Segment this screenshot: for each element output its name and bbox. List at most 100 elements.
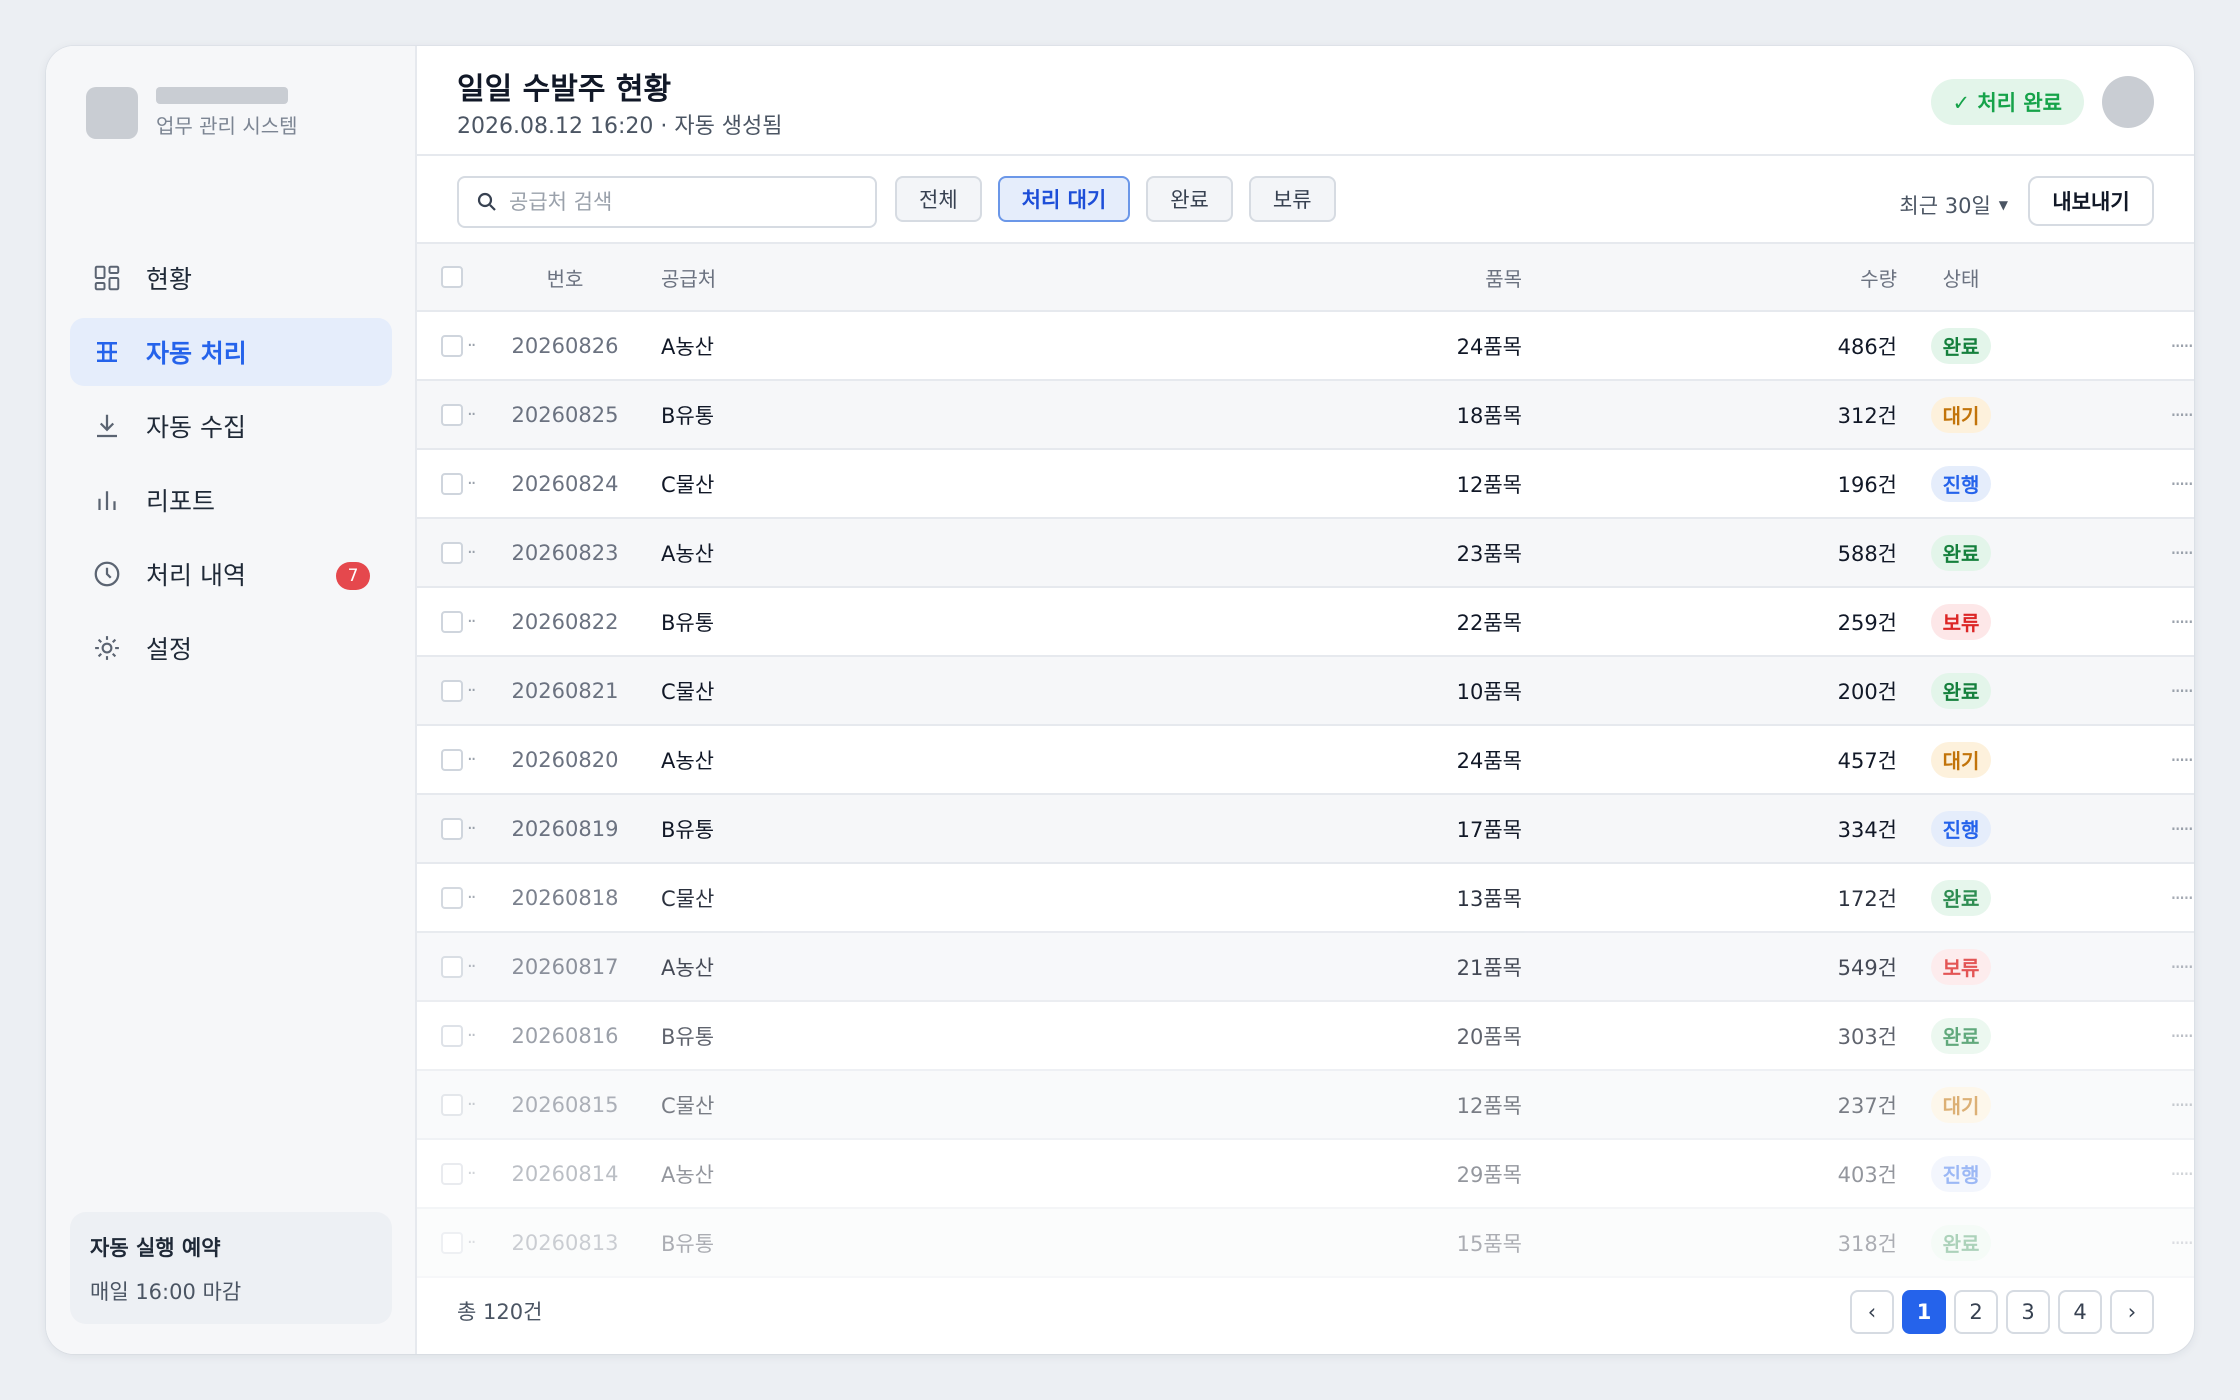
search-box[interactable] — [457, 176, 877, 228]
table-row[interactable]: ·· 20260816 B유통 20품목 303건 완료 ····· — [417, 1002, 2194, 1071]
row-checkbox[interactable] — [441, 541, 463, 564]
item-count: 12품목 — [1456, 1093, 1522, 1118]
row-more-icon[interactable]: ····· — [2156, 588, 2192, 655]
quantity: 196건 — [1837, 472, 1897, 497]
date-range-select[interactable]: 최근 30일 ▼ — [1899, 190, 2008, 220]
table-row[interactable]: ·· 20260818 C물산 13품목 172건 완료 ····· — [417, 864, 2194, 933]
row-checkbox[interactable] — [441, 955, 463, 978]
search-input[interactable] — [509, 190, 869, 214]
row-checkbox[interactable] — [441, 886, 463, 909]
row-more-icon[interactable]: ····· — [2156, 1002, 2192, 1069]
row-checkbox[interactable] — [441, 817, 463, 840]
row-drag-handle-icon[interactable]: ·· — [467, 864, 483, 931]
row-drag-handle-icon[interactable]: ·· — [467, 933, 483, 1000]
row-drag-handle-icon[interactable]: ·· — [467, 795, 483, 862]
row-drag-handle-icon[interactable]: ·· — [467, 1071, 483, 1138]
quantity: 237건 — [1837, 1093, 1897, 1118]
row-more-icon[interactable]: ····· — [2156, 1209, 2192, 1276]
sidebar-item-auto-process[interactable]: 자동 처리 — [70, 318, 392, 386]
row-drag-handle-icon[interactable]: ·· — [467, 1140, 483, 1207]
row-more-icon[interactable]: ····· — [2156, 864, 2192, 931]
select-all-checkbox[interactable] — [441, 266, 463, 288]
table-row[interactable]: ·· 20260826 A농산 24품목 486건 완료 ····· — [417, 312, 2194, 381]
row-drag-handle-icon[interactable]: ·· — [467, 450, 483, 517]
row-checkbox[interactable] — [441, 1162, 463, 1185]
status-cell: 보류 — [1906, 933, 2016, 1000]
table-row[interactable]: ·· 20260820 A농산 24품목 457건 대기 ····· — [417, 726, 2194, 795]
table-row[interactable]: ·· 20260825 B유통 18품목 312건 대기 ····· — [417, 381, 2194, 450]
prev-page-button[interactable]: ‹ — [1850, 1290, 1894, 1334]
row-checkbox[interactable] — [441, 1024, 463, 1047]
row-checkbox[interactable] — [441, 1231, 463, 1254]
filter-hold[interactable]: 보류 — [1248, 176, 1336, 222]
status-cell: 완료 — [1906, 657, 2016, 724]
page-button-2[interactable]: 2 — [1954, 1290, 1998, 1334]
table-row[interactable]: ·· 20260817 A농산 21품목 549건 보류 ····· — [417, 933, 2194, 1002]
row-drag-handle-icon[interactable]: ·· — [467, 519, 483, 586]
page-button-1[interactable]: 1 — [1902, 1290, 1946, 1334]
sidebar-item-auto-collect[interactable]: 자동 수집 — [70, 392, 392, 460]
row-more-icon[interactable]: ····· — [2156, 450, 2192, 517]
filter-all[interactable]: 전체 — [895, 176, 982, 222]
sidebar-item-dashboard[interactable]: 현황 — [70, 244, 392, 312]
row-checkbox[interactable] — [441, 334, 463, 357]
quantity: 588건 — [1837, 541, 1897, 566]
column-header-supplier[interactable]: 공급처 — [661, 244, 861, 310]
row-more-icon[interactable]: ····· — [2156, 312, 2192, 379]
row-checkbox[interactable] — [441, 403, 463, 426]
item-count: 23품목 — [1456, 541, 1522, 566]
table-row[interactable]: ·· 20260813 B유통 15품목 318건 완료 ····· — [417, 1209, 2194, 1278]
table-row[interactable]: ·· 20260819 B유통 17품목 334건 진행 ····· — [417, 795, 2194, 864]
table-row[interactable]: ·· 20260824 C물산 12품목 196건 진행 ····· — [417, 450, 2194, 519]
status-cell: 보류 — [1906, 588, 2016, 655]
row-checkbox[interactable] — [441, 472, 463, 495]
row-drag-handle-icon[interactable]: ·· — [467, 1209, 483, 1276]
supplier-name: C물산 — [661, 886, 715, 911]
status-badge: 완료 — [1930, 1017, 1992, 1054]
row-more-icon[interactable]: ····· — [2156, 519, 2192, 586]
row-more-icon[interactable]: ····· — [2156, 933, 2192, 1000]
sidebar-item-settings[interactable]: 설정 — [70, 614, 392, 682]
row-checkbox[interactable] — [441, 748, 463, 771]
sidebar-item-history[interactable]: 처리 내역 7 — [70, 540, 392, 608]
table-row[interactable]: ·· 20260821 C물산 10품목 200건 완료 ····· — [417, 657, 2194, 726]
table-row[interactable]: ·· 20260814 A농산 29품목 403건 진행 ····· — [417, 1140, 2194, 1209]
quantity: 318건 — [1837, 1231, 1897, 1256]
column-header-items[interactable]: 품목 — [1317, 244, 1522, 310]
row-checkbox[interactable] — [441, 679, 463, 702]
sidebar-item-report[interactable]: 리포트 — [70, 466, 392, 534]
row-drag-handle-icon[interactable]: ·· — [467, 657, 483, 724]
next-page-button[interactable]: › — [2110, 1290, 2154, 1334]
row-more-icon[interactable]: ····· — [2156, 1071, 2192, 1138]
column-header-qty[interactable]: 수량 — [1717, 244, 1897, 310]
filter-pending[interactable]: 처리 대기 — [997, 176, 1131, 222]
row-more-icon[interactable]: ····· — [2156, 795, 2192, 862]
row-drag-handle-icon[interactable]: ·· — [467, 588, 483, 655]
row-check-cell — [441, 933, 467, 1000]
page-button-4[interactable]: 4 — [2058, 1290, 2102, 1334]
status-cell: 완료 — [1906, 1209, 2016, 1276]
filter-done[interactable]: 완료 — [1146, 176, 1233, 222]
row-check-cell — [441, 1002, 467, 1069]
row-more-icon[interactable]: ····· — [2156, 726, 2192, 793]
row-checkbox[interactable] — [441, 1093, 463, 1116]
row-drag-handle-icon[interactable]: ·· — [467, 381, 483, 448]
avatar[interactable] — [2102, 76, 2154, 128]
row-checkbox[interactable] — [441, 610, 463, 633]
quantity: 549건 — [1837, 955, 1897, 980]
row-drag-handle-icon[interactable]: ·· — [467, 1002, 483, 1069]
row-drag-handle-icon[interactable]: ·· — [467, 312, 483, 379]
row-check-cell — [441, 1071, 467, 1138]
row-more-icon[interactable]: ····· — [2156, 657, 2192, 724]
page-button-3[interactable]: 3 — [2006, 1290, 2050, 1334]
date-range-label: 최근 30일 — [1899, 194, 1991, 218]
column-header-status[interactable]: 상태 — [1906, 244, 2016, 310]
row-more-icon[interactable]: ····· — [2156, 381, 2192, 448]
table-row[interactable]: ·· 20260823 A농산 23품목 588건 완료 ····· — [417, 519, 2194, 588]
table-row[interactable]: ·· 20260815 C물산 12품목 237건 대기 ····· — [417, 1071, 2194, 1140]
row-drag-handle-icon[interactable]: ·· — [467, 726, 483, 793]
row-more-icon[interactable]: ····· — [2156, 1140, 2192, 1207]
table-row[interactable]: ·· 20260822 B유통 22품목 259건 보류 ····· — [417, 588, 2194, 657]
export-button[interactable]: 내보내기 — [2028, 176, 2154, 226]
column-header-no[interactable]: 번호 — [505, 244, 625, 310]
